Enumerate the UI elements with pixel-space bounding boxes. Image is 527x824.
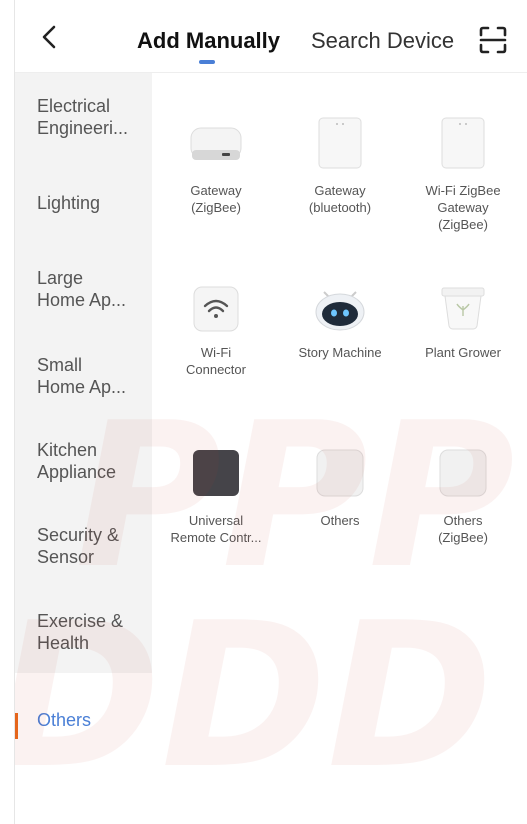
sidebar-item-others[interactable]: Others bbox=[15, 693, 152, 753]
scan-icon[interactable] bbox=[477, 24, 509, 56]
app-frame: Add Manually Search Device Electrical En… bbox=[14, 0, 527, 824]
device-others[interactable]: Others bbox=[281, 446, 399, 556]
device-label: Gateway (ZigBee) bbox=[190, 183, 242, 215]
device-label: Story Machine bbox=[298, 345, 382, 360]
category-sidebar: Electrical Engineeri... Lighting Large H… bbox=[15, 73, 152, 824]
device-universal-remote[interactable]: Universal Remote Contr... bbox=[157, 446, 275, 556]
device-label: Wi-Fi ZigBee Gateway (ZigBee) bbox=[425, 183, 501, 232]
device-wifi-connector[interactable]: Wi-Fi Connector bbox=[157, 280, 275, 390]
others-zigbee-icon bbox=[439, 449, 487, 497]
sidebar-item-label: Kitchen Appliance bbox=[37, 440, 117, 482]
sidebar-item-kitchen[interactable]: Kitchen Appliance bbox=[15, 413, 152, 493]
sidebar-item-label: Electrical Engineeri... bbox=[37, 96, 129, 138]
device-others-zigbee[interactable]: Others (ZigBee) bbox=[404, 446, 522, 556]
device-label: Gateway (bluetooth) bbox=[308, 183, 372, 215]
device-label: Others (ZigBee) bbox=[438, 513, 488, 545]
tab-add-manually[interactable]: Add Manually bbox=[137, 28, 280, 54]
wifi-zigbee-gateway-icon bbox=[441, 117, 485, 169]
gateway-bluetooth-icon bbox=[318, 117, 362, 169]
top-bar: Add Manually Search Device bbox=[15, 0, 527, 73]
sidebar-item-label: Exercise & Health bbox=[37, 611, 124, 653]
selected-category-indicator bbox=[15, 713, 18, 739]
tab-search-device[interactable]: Search Device bbox=[311, 28, 454, 54]
device-label: Plant Grower bbox=[425, 345, 501, 360]
gateway-zigbee-icon bbox=[190, 127, 242, 160]
device-plant-grower[interactable]: Plant Grower bbox=[404, 280, 522, 390]
universal-remote-icon bbox=[193, 450, 239, 496]
device-label: Others bbox=[320, 513, 360, 528]
device-story-machine[interactable]: Story Machine bbox=[281, 280, 399, 390]
story-machine-icon bbox=[315, 291, 365, 331]
sidebar-item-label: Large Home Ap... bbox=[37, 268, 127, 310]
sidebar-item-label: Security & Sensor bbox=[37, 525, 120, 567]
sidebar-item-lighting[interactable]: Lighting bbox=[15, 163, 152, 243]
device-gateway-bluetooth[interactable]: Gateway (bluetooth) bbox=[281, 110, 399, 240]
sidebar-item-small-home[interactable]: Small Home Ap... bbox=[15, 323, 152, 413]
others-device-icon bbox=[316, 449, 364, 497]
device-wifi-zigbee-gateway[interactable]: Wi-Fi ZigBee Gateway (ZigBee) bbox=[404, 110, 522, 240]
device-gateway-zigbee[interactable]: Gateway (ZigBee) bbox=[157, 110, 275, 240]
sidebar-item-security[interactable]: Security & Sensor bbox=[15, 493, 152, 583]
device-label: Wi-Fi Connector bbox=[186, 345, 246, 377]
sidebar-item-label: Others bbox=[37, 710, 92, 730]
sidebar-item-label: Lighting bbox=[37, 193, 101, 213]
sidebar-item-exercise[interactable]: Exercise & Health bbox=[15, 583, 152, 673]
wifi-connector-icon bbox=[193, 286, 239, 332]
active-tab-indicator bbox=[199, 60, 215, 64]
sidebar-item-label: Small Home Ap... bbox=[37, 355, 127, 397]
sidebar-item-large-home[interactable]: Large Home Ap... bbox=[15, 243, 152, 323]
chevron-left-icon[interactable] bbox=[35, 22, 65, 52]
sidebar-item-electrical[interactable]: Electrical Engineeri... bbox=[15, 73, 152, 163]
plant-grower-icon bbox=[441, 287, 485, 330]
device-label: Universal Remote Contr... bbox=[170, 513, 262, 545]
